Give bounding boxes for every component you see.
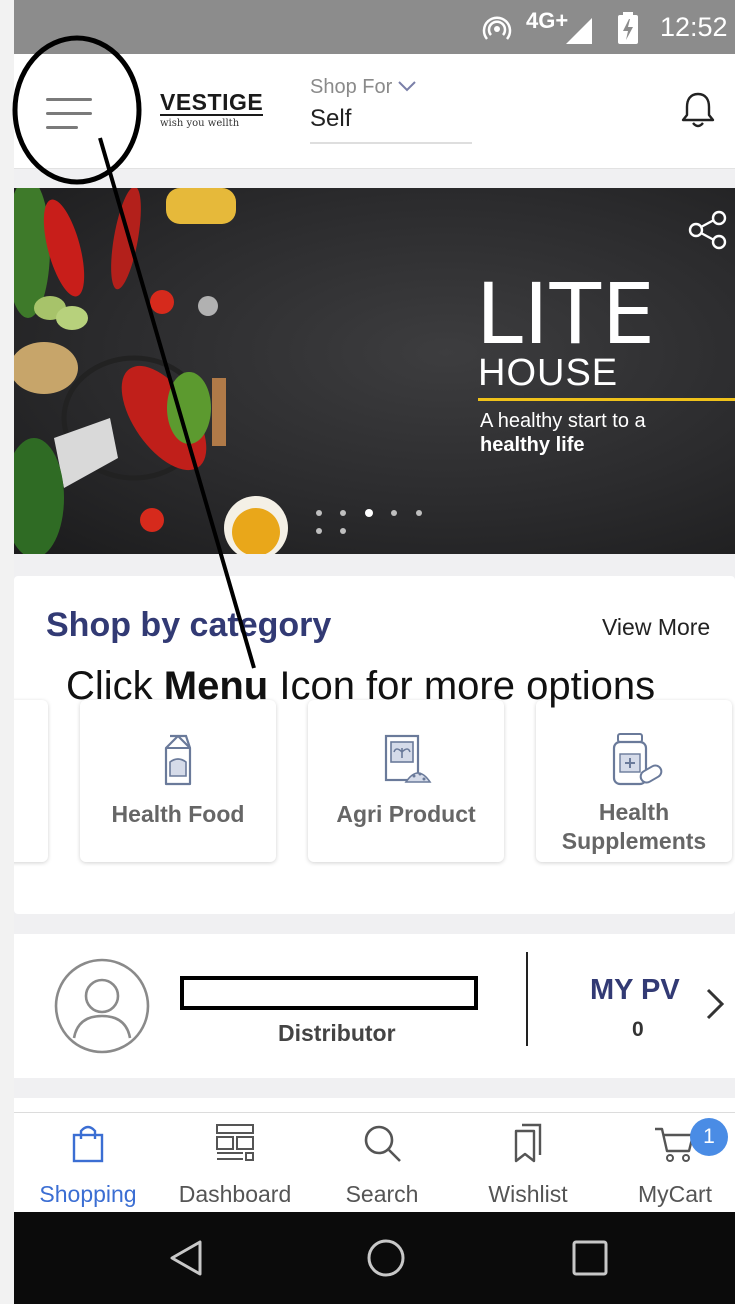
chevron-right-icon[interactable] [704,984,728,1024]
wishlist-icon [514,1123,542,1163]
carousel-dot[interactable] [316,527,322,534]
logo-tagline: wish you wellth [160,118,240,129]
banner-tagline-2: healthy life [480,434,585,456]
menu-button[interactable] [34,82,106,142]
dashboard-icon [216,1124,254,1161]
supplement-bottle-icon [612,733,663,786]
carousel-dot-active[interactable] [364,508,373,517]
view-more-link[interactable]: View More [602,614,710,641]
carousel-dot[interactable] [391,509,398,516]
status-bar: 4G+ 12:52 [14,0,735,54]
share-icon[interactable] [686,208,730,252]
nav-label: Dashboard [178,1181,292,1207]
category-list: Health Food Agri Product Health Suppleme… [14,700,735,870]
system-navigation-bar [14,1212,735,1304]
clock: 12:52 [660,12,728,42]
hotspot-icon [482,16,512,40]
category-tile-health-supplements[interactable]: Health Supplements [536,700,732,862]
carousel-dot[interactable] [340,509,347,516]
nav-shopping[interactable]: Shopping [28,1113,148,1213]
carousel-dot[interactable] [340,527,347,534]
left-edge-strip [0,0,14,1304]
bell-icon[interactable] [676,88,720,132]
battery-charging-icon [618,12,638,44]
nav-wishlist[interactable]: Wishlist [468,1113,588,1213]
my-pv-value: 0 [632,1018,644,1041]
menu-icon-line [46,126,78,129]
category-tile-agri-product[interactable]: Agri Product [308,700,504,862]
carousel-dot[interactable] [415,509,422,516]
menu-icon-line [46,112,92,115]
menu-icon [46,98,92,101]
nav-search[interactable]: Search [322,1113,442,1213]
profile-card[interactable]: Distributor MY PV 0 [14,934,735,1078]
back-icon[interactable] [166,1238,206,1278]
divider [526,952,528,1046]
logo-wordmark: VESTIGE [160,89,264,116]
category-section: Shop by category View More Health Food A… [14,576,735,914]
shop-for-dropdown[interactable]: Shop For Self [310,76,472,144]
seed-packet-icon [384,734,432,783]
search-icon [364,1125,401,1162]
app-screen: 4G+ 12:52 VESTIGE wish you wellth Shop F… [14,0,735,1304]
shopping-bag-icon [72,1125,104,1163]
app-header: VESTIGE wish you wellth Shop For Self [14,54,735,169]
banner-title: LITE [476,265,656,363]
avatar[interactable] [54,958,150,1054]
banner-accent-line [478,398,735,401]
shop-for-value: Self [310,105,352,132]
category-label: Agri Product [336,801,476,827]
nav-label: Shopping [39,1181,137,1207]
carousel-dot[interactable] [316,509,322,516]
signal-icon [566,18,592,44]
cart-count-badge: 1 [690,1118,728,1156]
category-label: Health Food [111,801,245,827]
recents-icon[interactable] [570,1238,610,1278]
nav-label: Search [345,1181,419,1207]
vegetables-image [14,188,288,554]
milk-carton-icon [164,734,192,786]
network-type: 4G+ [526,8,569,33]
category-tile-partial[interactable] [14,700,48,862]
redacted-user-name [180,976,478,1010]
nav-dashboard[interactable]: Dashboard [170,1113,300,1213]
promo-banner[interactable]: LITE HOUSE A healthy start to a healthy … [14,188,735,554]
section-title: Shop by category [46,606,332,644]
nav-label: MyCart [637,1181,713,1207]
home-icon[interactable] [366,1238,406,1278]
category-tile-health-food[interactable]: Health Food [80,700,276,862]
banner-subtitle: HOUSE [478,352,619,394]
my-pv-label[interactable]: MY PV [590,974,680,1007]
vestige-logo[interactable]: VESTIGE wish you wellth [160,90,270,129]
carousel-dots[interactable] [316,504,456,534]
user-role: Distributor [278,1020,396,1046]
bottom-navigation: Shopping Dashboard Search Wishlist MyCar… [14,1112,735,1213]
banner-tagline-1: A healthy start to a [480,410,646,432]
chevron-down-icon [398,81,416,92]
category-label: Health Supplements [561,799,707,854]
shop-for-label: Shop For [310,76,393,98]
nav-label: Wishlist [488,1181,568,1207]
